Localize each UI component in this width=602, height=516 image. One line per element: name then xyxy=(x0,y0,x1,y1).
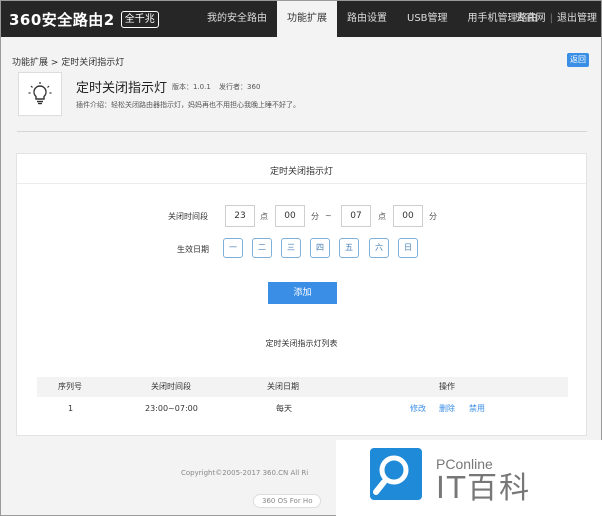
day-toggle-fri[interactable]: 五 xyxy=(339,238,359,258)
nav-item-router-settings[interactable]: 路由设置 xyxy=(337,1,397,37)
day-toggle-sun[interactable]: 日 xyxy=(398,238,418,258)
watermark-big-text: IT百科 xyxy=(436,471,532,506)
unit-minute-start: 分 xyxy=(311,212,319,221)
footer-os-badge: 360 OS For Ho xyxy=(253,494,322,508)
row-index: 1 xyxy=(68,404,74,413)
time-range-label: 关闭时间段 xyxy=(168,212,208,221)
col-header-actions: 操作 xyxy=(439,382,455,391)
start-hour-input[interactable]: 23 xyxy=(225,205,255,227)
edit-link[interactable]: 修改 xyxy=(410,399,426,419)
plugin-description: 插件介绍：轻松关闭路由器指示灯，妈妈再也不用担心我晚上睡不好了。 xyxy=(76,101,300,109)
table-header: 序列号 关闭时间段 关闭日期 操作 xyxy=(37,377,568,397)
settings-card: 定时关闭指示灯 关闭时间段 23 点 00 分 ~ 07 点 00 分 生效日期… xyxy=(16,153,587,436)
add-button[interactable]: 添加 xyxy=(268,282,337,304)
plugin-publisher: 发行者：360 xyxy=(219,83,261,91)
nav-item-extensions[interactable]: 功能扩展 xyxy=(277,1,337,37)
col-header-date: 关闭日期 xyxy=(267,382,299,391)
day-toggle-wed[interactable]: 三 xyxy=(281,238,301,258)
plugin-icon-box xyxy=(18,72,62,116)
unit-hour-end: 点 xyxy=(378,212,386,221)
nav-item-my-router[interactable]: 我的安全路由 xyxy=(197,1,277,37)
day-toggle-tue[interactable]: 二 xyxy=(252,238,272,258)
official-site-link[interactable]: 去官网 xyxy=(516,1,546,37)
watermark-small-text: PConline xyxy=(436,456,493,472)
end-minute-input[interactable]: 00 xyxy=(393,205,423,227)
disable-link[interactable]: 禁用 xyxy=(469,399,485,419)
watermark: PConline IT百科 xyxy=(336,440,602,516)
pconline-logo-icon xyxy=(370,448,422,500)
unit-hour-start: 点 xyxy=(260,212,268,221)
card-title: 定时关闭指示灯 xyxy=(269,167,333,177)
row-date: 每天 xyxy=(276,404,292,413)
breadcrumb: 功能扩展 > 定时关闭指示灯 xyxy=(12,58,125,68)
nav-item-usb[interactable]: USB管理 xyxy=(397,1,458,37)
brand-logo[interactable]: 360安全路由2 全千兆 xyxy=(9,8,159,30)
card-title-divider xyxy=(17,183,586,184)
brand-badge: 全千兆 xyxy=(120,10,159,28)
nav-right-links: 去官网 | 退出管理 xyxy=(516,1,597,37)
unit-minute-end: 分 xyxy=(429,212,437,221)
brand-name: 360安全路由2 xyxy=(9,10,115,29)
col-header-time: 关闭时间段 xyxy=(151,382,191,391)
footer-copyright: Copyright©2005-2017 360.CN All Ri xyxy=(181,469,309,477)
logout-link[interactable]: 退出管理 xyxy=(557,1,597,37)
delete-link[interactable]: 删除 xyxy=(439,399,455,419)
day-toggle-sat[interactable]: 六 xyxy=(369,238,389,258)
end-hour-input[interactable]: 07 xyxy=(341,205,371,227)
back-button[interactable]: 返回 xyxy=(567,53,589,67)
header-divider xyxy=(17,131,587,132)
lightbulb-icon xyxy=(28,82,52,105)
main-nav: 我的安全路由 功能扩展 路由设置 USB管理 用手机管理路由 xyxy=(197,1,548,37)
list-title: 定时关闭指示灯列表 xyxy=(265,339,338,348)
plugin-version: 版本：1.0.1 xyxy=(172,83,211,91)
row-time: 23:00~07:00 xyxy=(145,404,198,413)
active-days-label: 生效日期 xyxy=(177,245,209,254)
day-toggle-mon[interactable]: 一 xyxy=(223,238,243,258)
col-header-index: 序列号 xyxy=(58,382,82,391)
top-nav-bar: 360安全路由2 全千兆 我的安全路由 功能扩展 路由设置 USB管理 用手机管… xyxy=(1,1,601,37)
plugin-title: 定时关闭指示灯 xyxy=(76,81,168,96)
start-minute-input[interactable]: 00 xyxy=(275,205,305,227)
day-toggle-thu[interactable]: 四 xyxy=(310,238,330,258)
range-separator: ~ xyxy=(325,211,332,220)
plugin-meta: 版本：1.0.1 发行者：360 xyxy=(172,82,260,92)
nav-separator: | xyxy=(549,13,553,24)
table-row: 1 23:00~07:00 每天 修改 删除 禁用 xyxy=(37,399,568,419)
